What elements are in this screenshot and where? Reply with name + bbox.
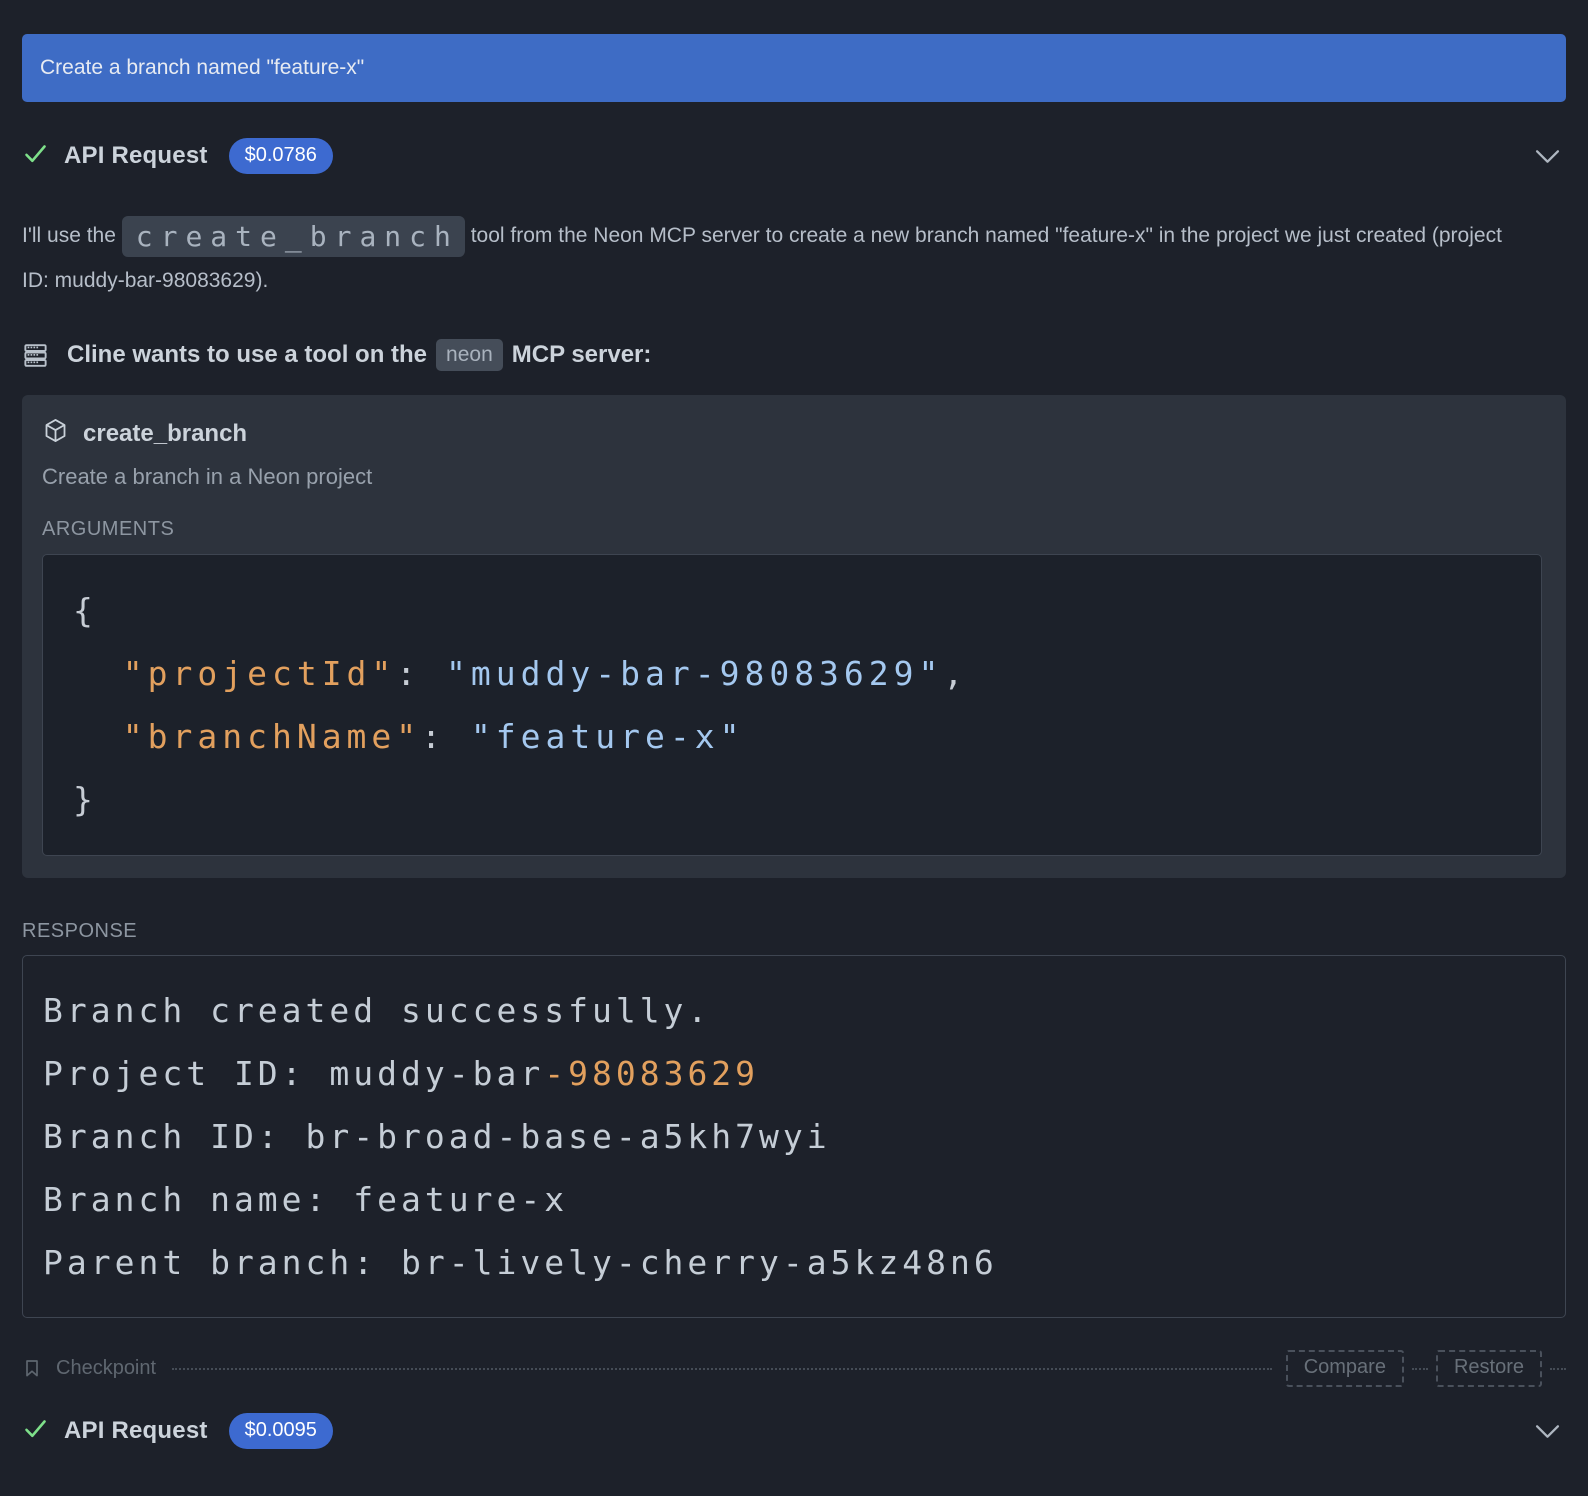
response-number-highlight: -98083629 <box>544 1054 759 1093</box>
tool-name: create_branch <box>83 420 247 448</box>
json-value: "feature-x" <box>471 717 745 756</box>
checkpoint-label: Checkpoint <box>56 1357 156 1380</box>
check-icon <box>22 1415 49 1447</box>
json-key: "projectId" <box>123 654 397 693</box>
chevron-down-icon[interactable] <box>1535 149 1560 164</box>
response-line: Branch ID: br-broad-base-a5kh7wyi <box>43 1105 1545 1168</box>
json-line: "branchName": "feature-x" <box>73 705 1531 768</box>
mcp-server-name-badge: neon <box>436 339 503 371</box>
api-request-label: API Request <box>64 1417 208 1445</box>
intro-text-before: I'll use the <box>22 224 122 247</box>
checkpoint-divider-segment <box>1412 1368 1428 1370</box>
api-cost-badge: $0.0095 <box>229 1413 333 1449</box>
tool-announcement: Cline wants to use a tool on the neon MC… <box>22 339 1566 371</box>
api-cost-badge: $0.0786 <box>229 138 333 174</box>
tool-announcement-after: MCP server: <box>512 341 652 369</box>
arguments-label: ARGUMENTS <box>42 518 1542 541</box>
response-line: Branch created successfully. <box>43 979 1545 1042</box>
response-line: Branch name: feature-x <box>43 1168 1545 1231</box>
checkpoint-row: Checkpoint Compare Restore <box>22 1350 1566 1387</box>
api-request-header-2[interactable]: API Request $0.0095 <box>22 1413 1566 1449</box>
bookmark-icon <box>22 1358 42 1379</box>
assistant-message: I'll use the create_branch tool from the… <box>22 214 1522 303</box>
api-request-label: API Request <box>64 142 208 170</box>
json-line: { <box>73 579 1531 642</box>
chevron-down-icon[interactable] <box>1535 1424 1560 1439</box>
checkpoint-divider <box>172 1368 1272 1370</box>
inline-code-tool-name: create_branch <box>122 216 465 257</box>
json-line: "projectId": "muddy-bar-98083629", <box>73 642 1531 705</box>
json-value: "muddy-bar-98083629" <box>446 654 943 693</box>
response-output-block: Branch created successfully.Project ID: … <box>22 955 1566 1318</box>
json-line: } <box>73 768 1531 831</box>
mcp-tool-card: create_branch Create a branch in a Neon … <box>22 395 1566 878</box>
arguments-json-block: { "projectId": "muddy-bar-98083629", "br… <box>42 554 1542 856</box>
chat-panel: Create a branch named "feature-x" API Re… <box>0 34 1588 1479</box>
user-message-banner: Create a branch named "feature-x" <box>22 34 1566 102</box>
package-cube-icon <box>42 417 69 451</box>
tool-description: Create a branch in a Neon project <box>42 464 1542 490</box>
compare-button[interactable]: Compare <box>1286 1350 1404 1387</box>
checkpoint-divider-segment <box>1550 1368 1566 1370</box>
restore-button[interactable]: Restore <box>1436 1350 1542 1387</box>
response-line: Parent branch: br-lively-cherry-a5kz48n6 <box>43 1231 1545 1294</box>
tool-card-header: create_branch <box>42 417 1542 451</box>
response-line: Project ID: muddy-bar-98083629 <box>43 1042 1545 1105</box>
json-key: "branchName" <box>123 717 421 756</box>
user-message-text: Create a branch named "feature-x" <box>40 56 364 80</box>
server-icon <box>22 342 49 369</box>
check-icon <box>22 140 49 172</box>
tool-announcement-before: Cline wants to use a tool on the <box>67 341 427 369</box>
response-label: RESPONSE <box>22 920 1566 943</box>
api-request-header-1[interactable]: API Request $0.0786 <box>22 138 1566 174</box>
